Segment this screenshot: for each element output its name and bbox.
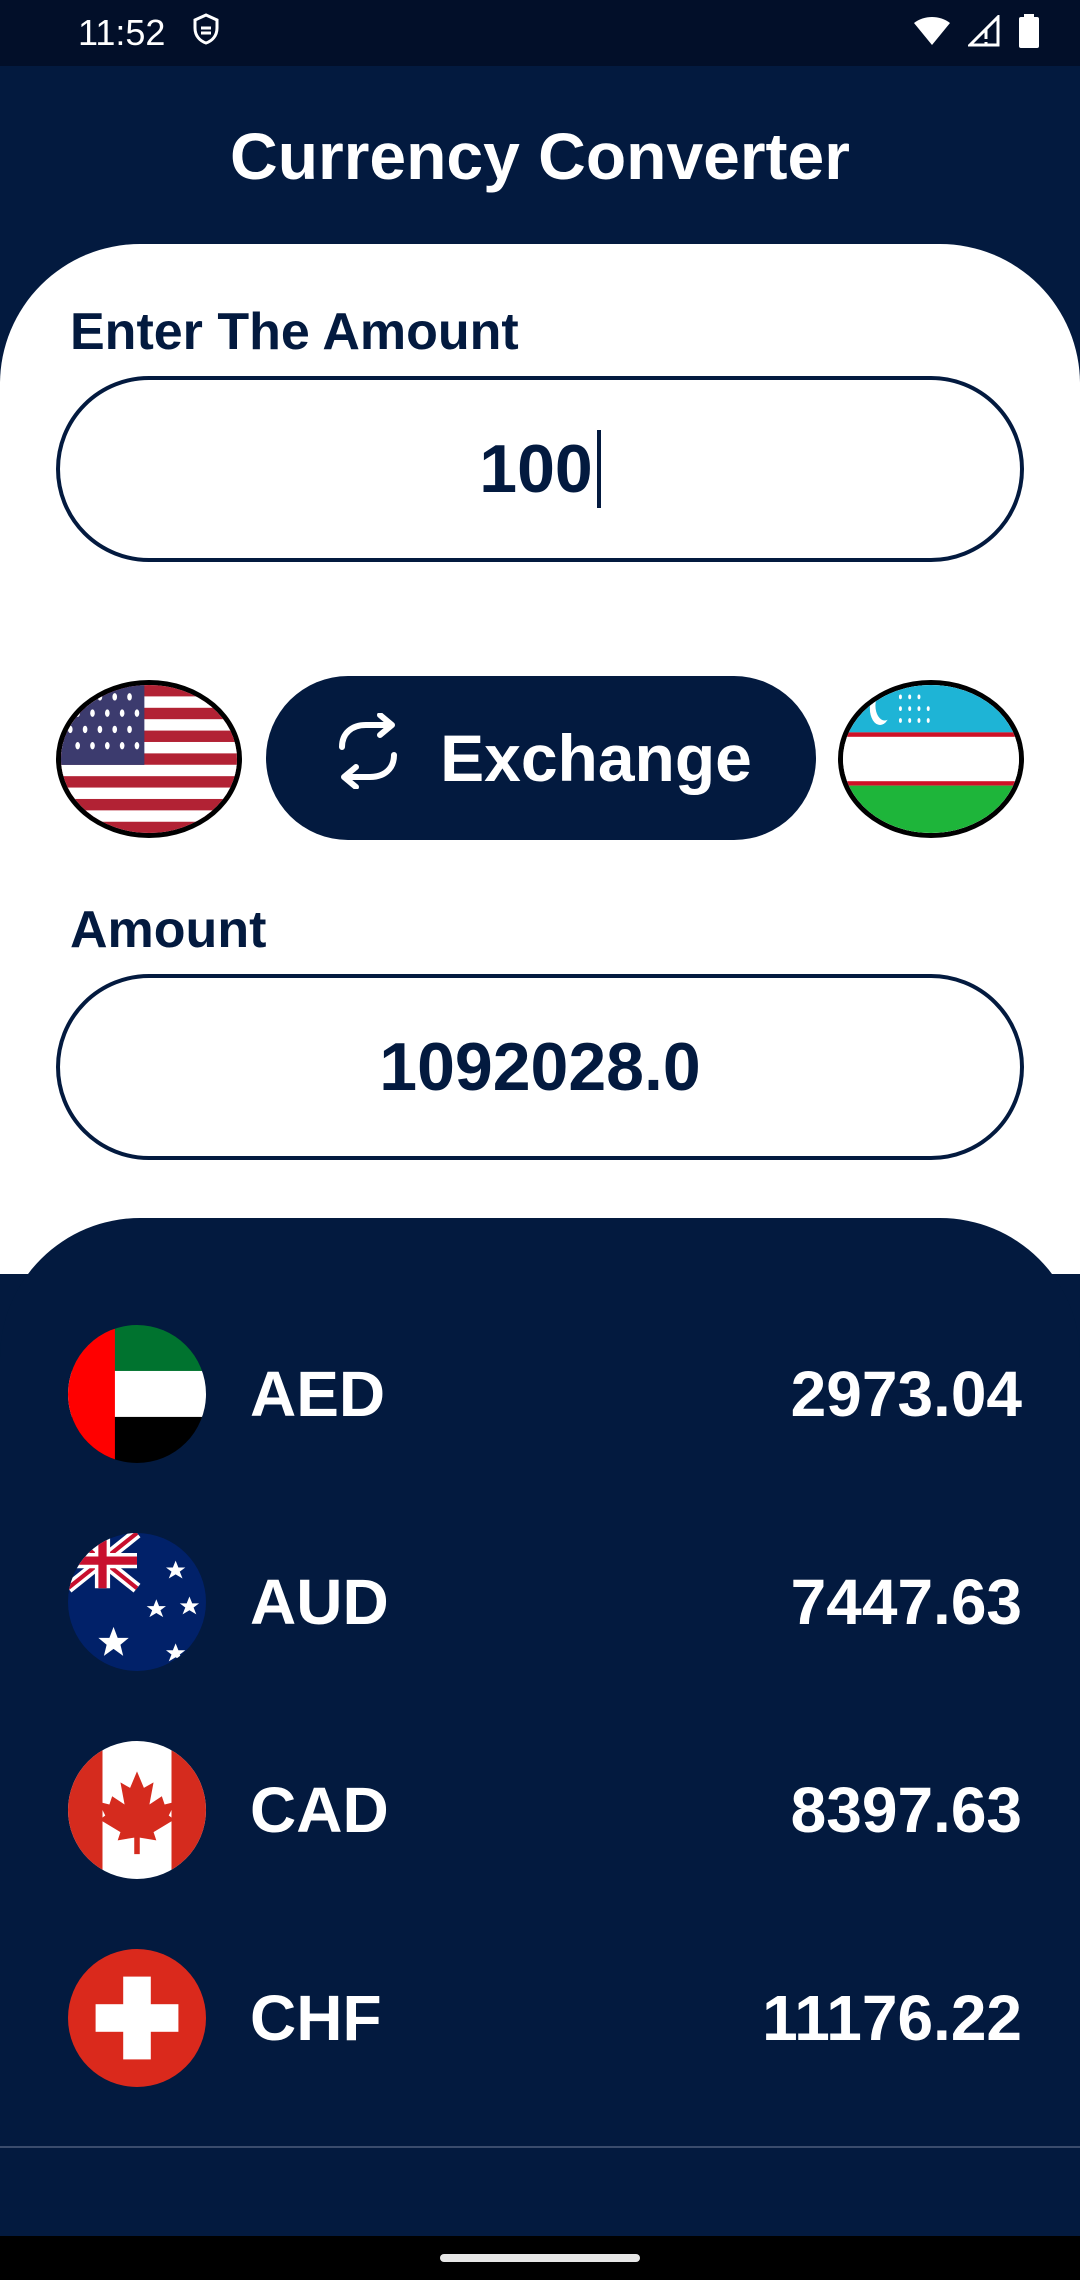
- vpn-icon: [191, 12, 221, 55]
- wifi-icon: [912, 15, 952, 52]
- uz-flag-icon: [843, 685, 1019, 833]
- rate-row-aed[interactable]: AED 2973.04: [68, 1324, 1022, 1464]
- ch-flag-icon: [68, 1949, 206, 2087]
- us-flag-icon: [61, 685, 237, 833]
- rate-row-chf[interactable]: CHF 11176.22: [68, 1948, 1022, 2088]
- status-bar: 11:52: [0, 0, 1080, 66]
- ae-flag-icon: [68, 1325, 206, 1463]
- currency-code: AED: [250, 1358, 386, 1430]
- rate-row-cad[interactable]: CAD 8397.63: [68, 1740, 1022, 1880]
- amount-input-label: Enter The Amount: [70, 303, 519, 361]
- result-value: 1092028.0: [379, 1029, 701, 1105]
- currency-code: CHF: [250, 1982, 382, 2054]
- currency-value: 8397.63: [790, 1774, 1022, 1846]
- au-flag-icon: [68, 1533, 206, 1671]
- page-title: Currency Converter: [230, 119, 850, 193]
- amount-input-value: 100: [479, 431, 593, 507]
- exchange-button[interactable]: Exchange: [266, 676, 816, 840]
- home-handle[interactable]: [440, 2254, 640, 2262]
- header: Currency Converter: [0, 66, 1080, 246]
- currency-value: 2973.04: [790, 1358, 1022, 1430]
- exchange-button-label: Exchange: [440, 721, 752, 795]
- ca-flag-icon: [68, 1741, 206, 1879]
- status-time: 11:52: [78, 12, 166, 53]
- result-field: 1092028.0: [56, 974, 1024, 1160]
- currency-value: 7447.63: [790, 1566, 1022, 1638]
- divider: [0, 2146, 1080, 2148]
- currency-value: 11176.22: [762, 1982, 1022, 2054]
- signal-icon: [966, 12, 1002, 52]
- to-currency-selector[interactable]: [838, 680, 1024, 838]
- swap-icon: [330, 711, 406, 804]
- from-currency-selector[interactable]: [56, 680, 242, 838]
- rate-row-aud[interactable]: AUD 7447.63: [68, 1532, 1022, 1672]
- text-cursor: [596, 430, 601, 508]
- battery-icon: [1018, 13, 1040, 53]
- currency-code: CAD: [250, 1774, 389, 1846]
- currency-code: AUD: [250, 1566, 389, 1638]
- result-label: Amount: [70, 901, 267, 959]
- amount-input[interactable]: 100: [56, 376, 1024, 562]
